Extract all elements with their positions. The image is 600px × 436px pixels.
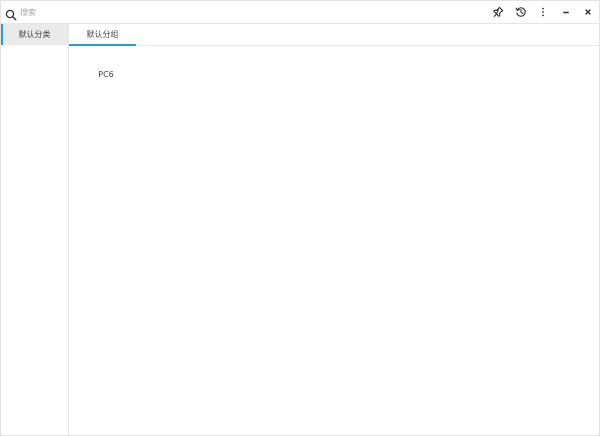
more-button[interactable] bbox=[535, 4, 551, 20]
history-button[interactable] bbox=[513, 4, 529, 20]
pin-button[interactable] bbox=[490, 4, 506, 20]
more-vertical-icon bbox=[537, 6, 549, 18]
tab-default-group[interactable]: 默认分组 bbox=[69, 24, 136, 46]
close-icon bbox=[582, 6, 594, 18]
sidebar-item-default-category[interactable]: 默认分类 bbox=[1, 24, 68, 45]
tab-label: 默认分组 bbox=[86, 30, 119, 39]
pin-icon bbox=[492, 6, 504, 18]
search-box[interactable] bbox=[5, 4, 305, 21]
minimize-icon bbox=[560, 6, 572, 18]
history-icon bbox=[515, 6, 527, 18]
main-panel: 默认分组 PC6 bbox=[69, 24, 599, 435]
sidebar-item-label: 默认分类 bbox=[18, 30, 51, 39]
app-item-pc6[interactable]: PC6 bbox=[91, 68, 121, 82]
minimize-button[interactable] bbox=[558, 4, 574, 20]
close-button[interactable] bbox=[580, 4, 596, 20]
launcher-window: 默认分类 默认分组 PC6 bbox=[0, 0, 600, 436]
search-icon bbox=[5, 6, 17, 21]
category-sidebar: 默认分类 bbox=[1, 24, 69, 435]
group-tab-bar: 默认分组 bbox=[69, 24, 599, 46]
title-bar bbox=[1, 1, 599, 24]
app-item-label: PC6 bbox=[98, 70, 114, 79]
search-input[interactable] bbox=[20, 7, 280, 17]
